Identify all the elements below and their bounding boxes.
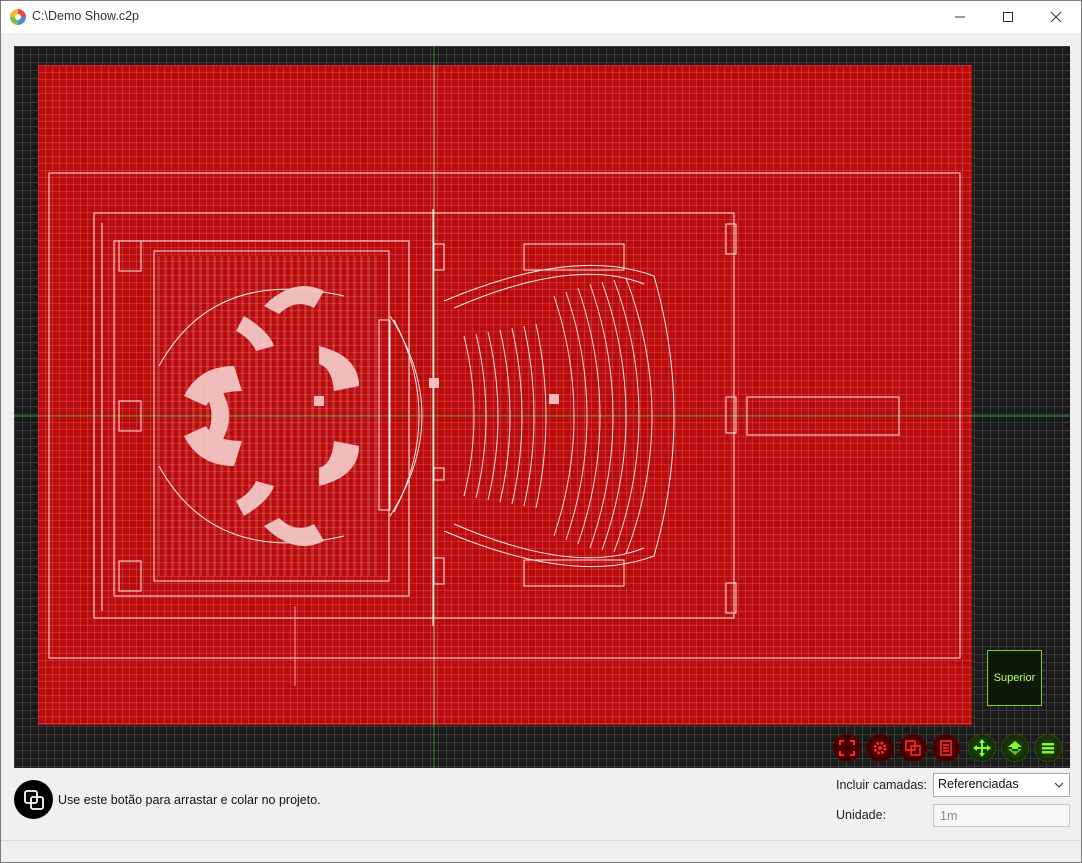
title-bar: C:\Demo Show.c2p	[1, 1, 1081, 33]
menu-icon	[1042, 743, 1054, 754]
window-title: C:\Demo Show.c2p	[32, 9, 139, 23]
layers-select[interactable]: Referenciadas	[933, 773, 1070, 797]
pan-move-button[interactable]	[968, 734, 996, 762]
zoom-extents-icon	[839, 740, 855, 756]
floor-plan-drawing	[14, 46, 1070, 768]
chevron-down-icon	[1054, 782, 1064, 788]
menu-button[interactable]	[1034, 734, 1062, 762]
app-window: C:\Demo Show.c2p Superior Use este botão…	[0, 0, 1082, 863]
settings-gear-icon	[873, 741, 887, 755]
app-logo-icon	[10, 9, 26, 25]
minimize-icon	[955, 16, 965, 18]
close-icon	[1050, 11, 1062, 23]
drag-to-project-button[interactable]	[14, 780, 53, 819]
minimize-button[interactable]	[937, 1, 983, 33]
plan-viewport[interactable]: Superior	[14, 46, 1070, 768]
maximize-button[interactable]	[985, 1, 1031, 33]
copy-drag-icon	[23, 789, 44, 810]
copy-paste-button[interactable]	[899, 734, 927, 762]
pan-move-icon	[973, 739, 991, 757]
maximize-icon	[1003, 12, 1013, 22]
zoom-extents-button[interactable]	[833, 734, 861, 762]
copy-paste-icon	[905, 740, 921, 756]
rotate-view-icon	[1008, 741, 1022, 755]
unit-field[interactable]: 1m	[933, 804, 1070, 827]
status-bar	[1, 840, 1081, 862]
settings-button[interactable]	[866, 734, 894, 762]
view-label-top[interactable]: Superior	[987, 650, 1042, 706]
layers-label: Incluir camadas:	[836, 778, 928, 792]
drag-hint-text: Use este botão para arrastar e colar no …	[58, 793, 321, 807]
layers-select-value: Referenciadas	[938, 777, 1019, 791]
unit-label: Unidade:	[836, 808, 887, 822]
document-icon	[940, 740, 952, 756]
document-button[interactable]	[932, 734, 960, 762]
close-button[interactable]	[1033, 1, 1079, 33]
rotate-view-button[interactable]	[1001, 734, 1029, 762]
